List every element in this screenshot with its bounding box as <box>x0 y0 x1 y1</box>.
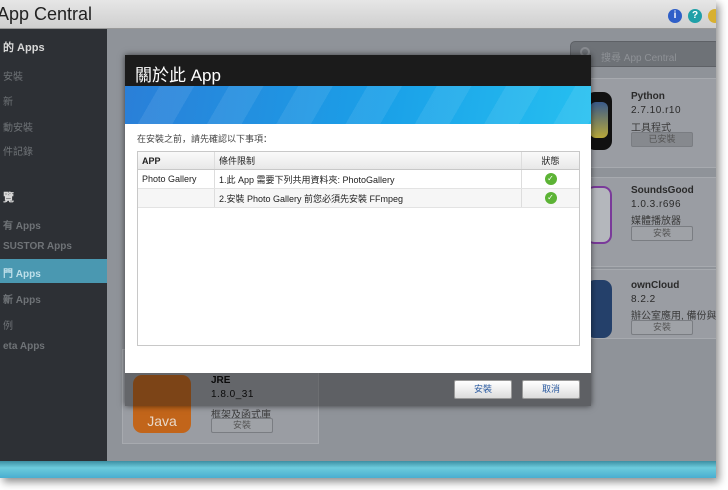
row-app: Photo Gallery <box>142 174 197 184</box>
install-button[interactable]: 安裝 <box>631 226 693 241</box>
app-name: JRE <box>211 375 231 386</box>
col-status: 狀態 <box>521 152 579 169</box>
sidebar-item[interactable]: eta Apps <box>3 341 45 352</box>
sidebar-item[interactable]: 動安裝 <box>3 119 33 134</box>
installed-button[interactable]: 已安裝 <box>631 132 693 147</box>
app-version: 1.8.0_31 <box>211 389 254 400</box>
sidebar-item[interactable]: 件記錄 <box>3 143 33 158</box>
app-name: Python <box>631 91 665 102</box>
table-row: Photo Gallery 1.此 App 需要下列共用資料夾: PhotoGa… <box>138 170 579 189</box>
sidebar-item[interactable]: 安裝 <box>3 68 23 83</box>
sidebar-item-active[interactable]: 門 Apps <box>0 259 107 283</box>
sidebar-section-my-apps: 的 Apps <box>3 42 45 54</box>
app-category: 媒體播放器 <box>631 216 681 227</box>
app-version: 8.2.2 <box>631 294 656 305</box>
dialog-footer: 安裝 取消 <box>125 373 591 406</box>
col-condition: 條件限制 <box>214 152 521 169</box>
sidebar-item[interactable]: 有 Apps <box>3 217 41 232</box>
install-button[interactable]: 安裝 <box>454 380 512 399</box>
title-bar: App Central i ? <box>0 0 716 29</box>
sidebar-section-browse: 覽 <box>3 192 14 204</box>
sidebar-item[interactable]: SUSTOR Apps <box>3 241 72 252</box>
sidebar-item[interactable]: 例 <box>3 317 13 332</box>
sidebar-item[interactable]: 新 Apps <box>3 291 41 306</box>
sidebar-item[interactable]: 新 <box>3 93 13 108</box>
install-button[interactable]: 安裝 <box>631 320 693 335</box>
row-condition: 1.此 App 需要下列共用資料夾: PhotoGallery <box>214 170 521 188</box>
user-icon[interactable] <box>708 9 716 23</box>
taskbar-strip <box>0 461 716 478</box>
install-button[interactable]: 安裝 <box>211 418 273 433</box>
app-name: SoundsGood <box>631 185 694 196</box>
window-title: App Central <box>0 4 93 24</box>
col-app: APP <box>142 155 161 166</box>
cancel-button[interactable]: 取消 <box>522 380 580 399</box>
table-header: APP 條件限制 狀態 <box>138 152 579 170</box>
table-row: 2.安裝 Photo Gallery 前您必須先安裝 FFmpeg ✓ <box>138 189 579 208</box>
app-central-window: App Central i ? 的 Apps 安裝 新 動安裝 件記錄 覽 有 … <box>0 0 716 478</box>
check-icon: ✓ <box>544 173 557 185</box>
app-version: 2.7.10.r10 <box>631 105 682 116</box>
dialog-note: 在安裝之前，請先確認以下事項： <box>137 134 273 144</box>
row-condition: 2.安裝 Photo Gallery 前您必須先安裝 FFmpeg <box>214 189 521 207</box>
about-app-dialog: 關於此 App 在安裝之前，請先確認以下事項： APP 條件限制 狀態 Phot… <box>125 55 591 406</box>
sidebar: 的 Apps 安裝 新 動安裝 件記錄 覽 有 Apps SUSTOR Apps… <box>0 29 107 461</box>
app-name: ownCloud <box>631 280 680 291</box>
dialog-title: 關於此 App <box>125 55 591 86</box>
info-icon[interactable]: i <box>668 9 682 23</box>
search-input[interactable]: 搜尋 App Central <box>570 41 716 67</box>
check-icon: ✓ <box>544 192 557 204</box>
row-app <box>138 189 214 207</box>
app-version: 1.0.3.r696 <box>631 199 682 210</box>
dialog-banner <box>125 86 591 124</box>
requirements-table: APP 條件限制 狀態 Photo Gallery 1.此 App 需要下列共用… <box>137 151 580 346</box>
help-icon[interactable]: ? <box>688 9 702 23</box>
